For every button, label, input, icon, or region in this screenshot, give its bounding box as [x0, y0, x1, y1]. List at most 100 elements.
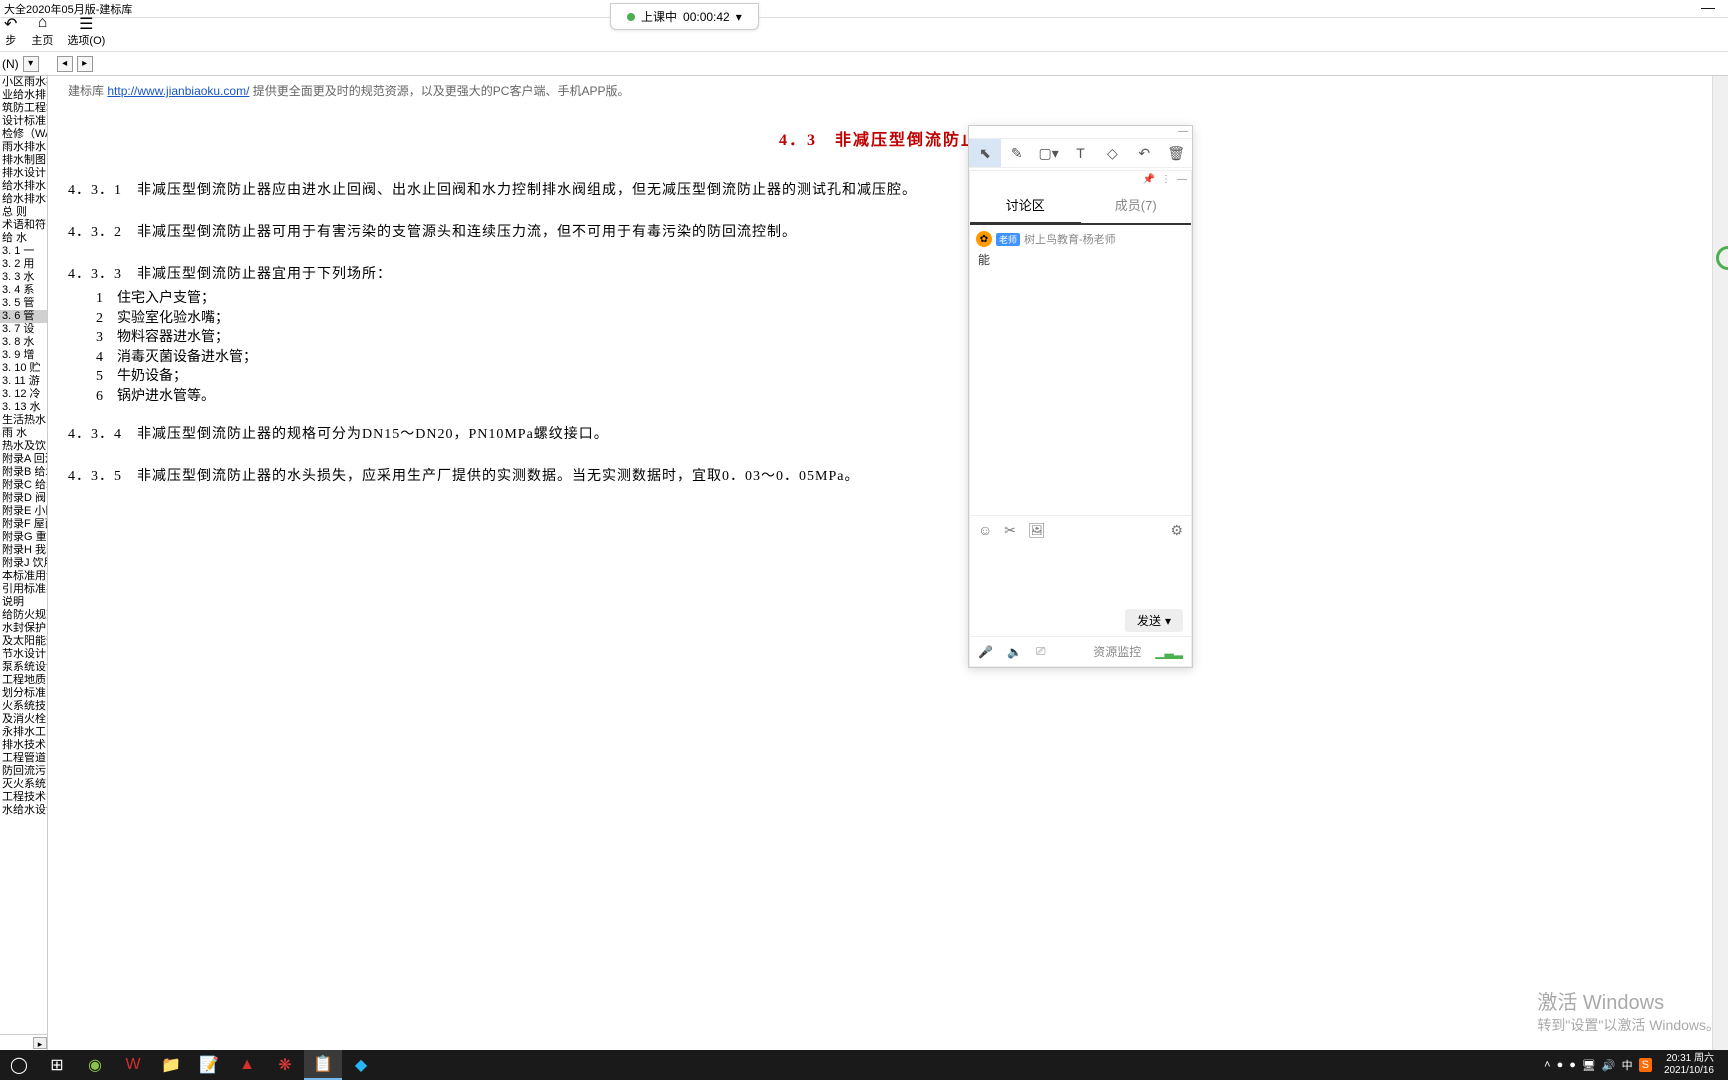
- toc-item[interactable]: 说明: [0, 596, 47, 609]
- tray-chevron-icon[interactable]: ˄: [1544, 1059, 1550, 1071]
- tray-sogou-icon[interactable]: S: [1639, 1058, 1652, 1072]
- taskbar-app-blue[interactable]: ◆: [342, 1050, 380, 1080]
- taskbar-app-wps[interactable]: W: [114, 1050, 152, 1080]
- tray-icon[interactable]: ●: [1557, 1059, 1564, 1071]
- toc-item[interactable]: 给水排水设: [0, 193, 47, 206]
- tray-monitor-icon[interactable]: 🖥: [1582, 1059, 1596, 1072]
- toc-item[interactable]: 筑防工程地: [0, 102, 47, 115]
- toc-item[interactable]: 附录D 阀门: [0, 492, 47, 505]
- table-of-contents[interactable]: 小区雨水控业给水排筑防工程地设计标准检修（WA雨水排水排水制图排水设计给水排水给…: [0, 76, 48, 1050]
- pen-tool[interactable]: ✎: [1001, 139, 1033, 167]
- toc-item[interactable]: 3. 12 冷: [0, 388, 47, 401]
- pin-icon[interactable]: 📌: [1143, 174, 1155, 185]
- options-button[interactable]: ☰ 选项(O): [67, 14, 105, 51]
- scissors-icon[interactable]: ✂: [1004, 522, 1016, 539]
- mic-icon[interactable]: 🎤: [978, 645, 993, 659]
- toc-item[interactable]: 排水制图: [0, 154, 47, 167]
- toc-item[interactable]: 引用标准名: [0, 583, 47, 596]
- taskbar-app-red[interactable]: ❋: [266, 1050, 304, 1080]
- toc-item[interactable]: 永排水工: [0, 726, 47, 739]
- toc-item[interactable]: 小区雨水控: [0, 76, 47, 89]
- pointer-tool[interactable]: ⬉: [969, 139, 1001, 167]
- taskbar-clock[interactable]: 20:31 周六 2021/10/16: [1658, 1053, 1720, 1077]
- screen-icon[interactable]: ⎚: [1036, 644, 1046, 659]
- send-button[interactable]: 发送 ▾: [1125, 609, 1183, 632]
- taskbar-app-notepad[interactable]: 📝: [190, 1050, 228, 1080]
- toc-item[interactable]: 3. 10 贮: [0, 362, 47, 375]
- resource-monitor-label[interactable]: 资源监控: [1093, 643, 1141, 660]
- toc-item[interactable]: 附录C 给水: [0, 479, 47, 492]
- toc-item[interactable]: 3. 1 一: [0, 245, 47, 258]
- toc-item[interactable]: 给 水: [0, 232, 47, 245]
- text-tool[interactable]: T: [1065, 139, 1097, 167]
- back-button[interactable]: ↶ 步: [4, 14, 17, 51]
- toc-item[interactable]: 灭火系统: [0, 778, 47, 791]
- toc-item[interactable]: 及太阳能热: [0, 635, 47, 648]
- toc-item[interactable]: 雨水排水: [0, 141, 47, 154]
- toc-item[interactable]: 生活热水: [0, 414, 47, 427]
- toc-item[interactable]: 附录B 给水: [0, 466, 47, 479]
- toc-item[interactable]: 泵系统设计: [0, 661, 47, 674]
- eraser-tool[interactable]: ◇: [1096, 139, 1128, 167]
- toc-item[interactable]: 给水排水: [0, 180, 47, 193]
- toc-item[interactable]: 设计标准: [0, 115, 47, 128]
- toc-item[interactable]: 3. 5 管: [0, 297, 47, 310]
- minimize-button[interactable]: —: [1688, 0, 1728, 18]
- toc-item[interactable]: 3. 7 设: [0, 323, 47, 336]
- toc-item[interactable]: 雨 水: [0, 427, 47, 440]
- nav-dropdown-button[interactable]: ▾: [23, 56, 39, 72]
- toc-item[interactable]: 3. 8 水: [0, 336, 47, 349]
- tray-icon[interactable]: ●: [1569, 1059, 1576, 1071]
- toc-item[interactable]: 工程技术: [0, 791, 47, 804]
- toc-item[interactable]: 给防火规范: [0, 609, 47, 622]
- start-button[interactable]: ◯: [0, 1050, 38, 1080]
- chat-minimize-icon[interactable]: —: [1177, 174, 1187, 185]
- toc-item[interactable]: 工程地质: [0, 674, 47, 687]
- toc-item[interactable]: 3. 9 增: [0, 349, 47, 362]
- toc-item[interactable]: 3. 11 游: [0, 375, 47, 388]
- source-link[interactable]: http://www.jianbiaoku.com/: [107, 84, 249, 98]
- image-icon[interactable]: 🖼: [1028, 522, 1046, 539]
- toc-item[interactable]: 水封保护: [0, 622, 47, 635]
- class-timer[interactable]: 上课中 00:00:42 ▾: [610, 3, 759, 30]
- tab-discuss[interactable]: 讨论区: [970, 187, 1081, 225]
- toc-item[interactable]: 3. 4 系: [0, 284, 47, 297]
- toc-item[interactable]: 热水及饮: [0, 440, 47, 453]
- emoji-icon[interactable]: ☺: [978, 522, 992, 539]
- toc-item[interactable]: 业给水排: [0, 89, 47, 102]
- toc-item[interactable]: 火系统技: [0, 700, 47, 713]
- undo-tool[interactable]: ↶: [1128, 139, 1160, 167]
- toc-item[interactable]: 3. 3 水: [0, 271, 47, 284]
- toc-item[interactable]: 附录A 回流: [0, 453, 47, 466]
- toc-item[interactable]: 排水技术: [0, 739, 47, 752]
- taskbar-app-browser[interactable]: ◉: [76, 1050, 114, 1080]
- toc-item[interactable]: 附录J 饮用: [0, 557, 47, 570]
- taskbar-app-autocad[interactable]: ▲: [228, 1050, 266, 1080]
- taskbar-app-explorer[interactable]: 📁: [152, 1050, 190, 1080]
- tray-volume-icon[interactable]: 🔊: [1602, 1059, 1616, 1072]
- shape-tool[interactable]: ▢▾: [1033, 139, 1065, 167]
- nav-prev-button[interactable]: ◂: [57, 56, 73, 72]
- toc-item[interactable]: 3. 6 管: [0, 310, 47, 323]
- toc-item[interactable]: 附录G 重力: [0, 531, 47, 544]
- toc-item[interactable]: 3. 13 水: [0, 401, 47, 414]
- panel-minimize-icon[interactable]: —: [1178, 126, 1188, 138]
- toc-item[interactable]: 检修（WA: [0, 128, 47, 141]
- nav-next-button[interactable]: ▸: [77, 56, 93, 72]
- toc-scroll-right[interactable]: ▸: [33, 1037, 47, 1049]
- toc-item[interactable]: 附录E 小区: [0, 505, 47, 518]
- toc-item[interactable]: 总 则: [0, 206, 47, 219]
- toc-item[interactable]: 划分标准: [0, 687, 47, 700]
- chart-icon[interactable]: ▁▃▂: [1155, 645, 1183, 659]
- tab-members[interactable]: 成员(7): [1081, 187, 1192, 223]
- toc-item[interactable]: 节水设计: [0, 648, 47, 661]
- toc-item[interactable]: 本标准用词: [0, 570, 47, 583]
- content-scrollbar[interactable]: [1712, 76, 1728, 1050]
- task-view-button[interactable]: ⊞: [38, 1050, 76, 1080]
- delete-tool[interactable]: 🗑: [1160, 139, 1192, 167]
- chat-input[interactable]: [970, 545, 1191, 605]
- gear-icon[interactable]: ⚙: [1170, 522, 1183, 539]
- toc-item[interactable]: 术语和符: [0, 219, 47, 232]
- toc-item[interactable]: 防回流污: [0, 765, 47, 778]
- toc-item[interactable]: 附录H 我国: [0, 544, 47, 557]
